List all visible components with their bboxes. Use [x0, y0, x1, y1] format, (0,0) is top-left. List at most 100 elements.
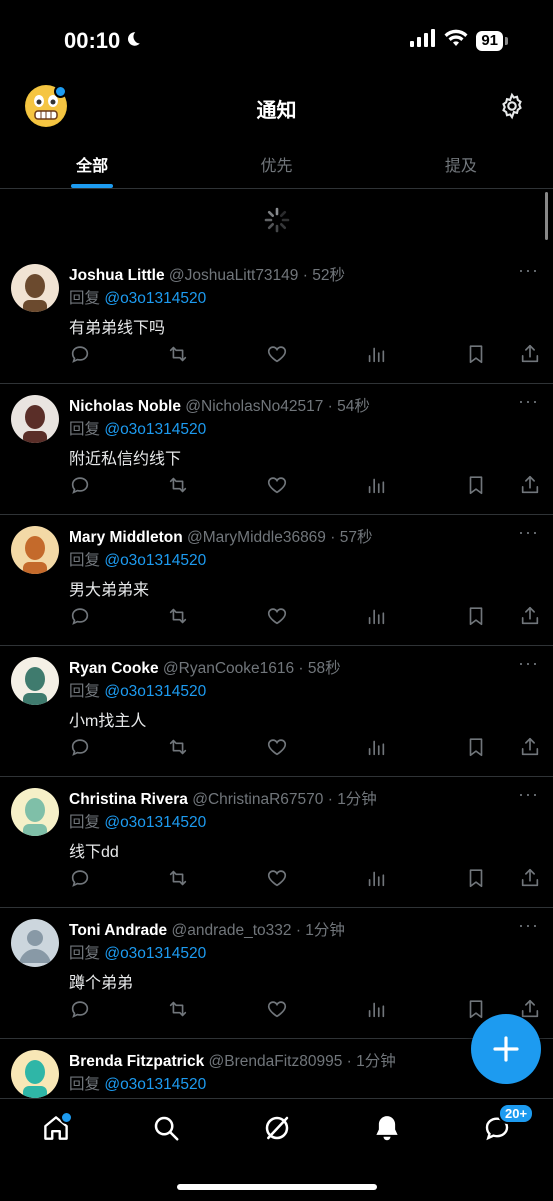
author-name[interactable]: Joshua Little — [69, 267, 165, 284]
share-icon[interactable] — [519, 474, 541, 496]
more-options-icon[interactable]: ··· — [518, 522, 539, 543]
tab-mentions[interactable]: 提及 — [369, 140, 553, 188]
reply-prefix: 回复 — [69, 421, 101, 438]
notification-header: Nicholas Noble @NicholasNo42517 · 54秒 — [69, 394, 370, 416]
reply-context: 回复 @o3o1314520 — [69, 679, 206, 701]
repost-icon[interactable] — [167, 867, 189, 889]
like-heart-icon[interactable] — [266, 736, 288, 758]
views-analytics-icon[interactable] — [365, 474, 387, 496]
reply-icon[interactable] — [69, 474, 91, 496]
repost-icon[interactable] — [167, 343, 189, 365]
reply-icon[interactable] — [69, 736, 91, 758]
notification-header: Mary Middleton @MaryMiddle36869 · 57秒 — [69, 525, 372, 547]
tab-all[interactable]: 全部 — [0, 140, 184, 188]
bookmark-icon[interactable] — [465, 474, 487, 496]
views-analytics-icon[interactable] — [365, 736, 387, 758]
loading-spinner-icon — [264, 207, 290, 233]
author-handle: @NicholasNo42517 — [185, 398, 324, 415]
notification-item[interactable]: Mary Middleton @MaryMiddle36869 · 57秒 ··… — [0, 514, 553, 646]
home-icon[interactable] — [41, 1111, 73, 1143]
scrollbar[interactable] — [545, 192, 548, 240]
author-name[interactable]: Mary Middleton — [69, 529, 183, 546]
bookmark-icon[interactable] — [465, 343, 487, 365]
user-avatar[interactable] — [11, 395, 59, 443]
reply-to-handle[interactable]: @o3o1314520 — [104, 290, 206, 307]
more-options-icon[interactable]: ··· — [518, 391, 539, 412]
like-heart-icon[interactable] — [266, 998, 288, 1020]
like-heart-icon[interactable] — [266, 343, 288, 365]
author-name[interactable]: Ryan Cooke — [69, 660, 159, 677]
notifications-bell-icon[interactable] — [372, 1113, 402, 1143]
tab-priority[interactable]: 优先 — [184, 140, 368, 188]
reply-icon[interactable] — [69, 605, 91, 627]
reply-icon[interactable] — [69, 998, 91, 1020]
reply-to-handle[interactable]: @o3o1314520 — [104, 1076, 206, 1093]
repost-icon[interactable] — [167, 736, 189, 758]
user-avatar-image — [11, 657, 59, 705]
more-options-icon[interactable]: ··· — [518, 260, 539, 281]
notification-item[interactable]: Ryan Cooke @RyanCooke1616 · 58秒 ··· 回复 @… — [0, 645, 553, 777]
user-avatar[interactable] — [11, 1050, 59, 1098]
notification-header: Christina Rivera @ChristinaR67570 · 1分钟 — [69, 787, 377, 809]
notification-header: Brenda Fitzpatrick @BrendaFitz80995 · 1分… — [69, 1049, 396, 1071]
notification-item[interactable]: Toni Andrade @andrade_to332 · 1分钟 ··· 回复… — [0, 907, 553, 1039]
repost-icon[interactable] — [167, 474, 189, 496]
views-analytics-icon[interactable] — [365, 998, 387, 1020]
post-time: 57秒 — [339, 529, 373, 546]
reply-icon[interactable] — [69, 867, 91, 889]
author-name[interactable]: Nicholas Noble — [69, 398, 181, 415]
bookmark-icon[interactable] — [465, 605, 487, 627]
repost-icon[interactable] — [167, 998, 189, 1020]
reply-prefix: 回复 — [69, 945, 101, 962]
search-icon[interactable] — [151, 1113, 181, 1143]
user-avatar[interactable] — [11, 657, 59, 705]
more-options-icon[interactable]: ··· — [518, 653, 539, 674]
separator: · — [294, 660, 308, 677]
bookmark-icon[interactable] — [465, 867, 487, 889]
more-options-icon[interactable]: ··· — [518, 784, 539, 805]
author-name[interactable]: Christina Rivera — [69, 791, 188, 808]
post-time: 52秒 — [312, 267, 345, 284]
share-icon[interactable] — [519, 867, 541, 889]
user-avatar[interactable] — [11, 526, 59, 574]
views-analytics-icon[interactable] — [365, 867, 387, 889]
author-name[interactable]: Toni Andrade — [69, 922, 167, 939]
reply-to-handle[interactable]: @o3o1314520 — [104, 552, 206, 569]
reply-to-handle[interactable]: @o3o1314520 — [104, 683, 206, 700]
like-heart-icon[interactable] — [266, 867, 288, 889]
author-name[interactable]: Brenda Fitzpatrick — [69, 1053, 204, 1070]
views-analytics-icon[interactable] — [365, 605, 387, 627]
notification-item[interactable]: Nicholas Noble @NicholasNo42517 · 54秒 ··… — [0, 383, 553, 515]
messages-icon[interactable]: 20+ — [482, 1103, 535, 1143]
share-icon[interactable] — [519, 998, 541, 1020]
user-avatar[interactable] — [11, 264, 59, 312]
user-avatar[interactable] — [11, 919, 59, 967]
action-bar — [69, 998, 543, 1022]
more-options-icon[interactable]: ··· — [518, 915, 539, 936]
compose-button[interactable] — [471, 1014, 541, 1084]
reply-to-handle[interactable]: @o3o1314520 — [104, 421, 206, 438]
status-time: 00:10 — [64, 28, 142, 54]
grok-icon[interactable] — [262, 1113, 292, 1143]
reply-to-handle[interactable]: @o3o1314520 — [104, 945, 206, 962]
notification-item[interactable]: Christina Rivera @ChristinaR67570 · 1分钟 … — [0, 776, 553, 908]
bookmark-icon[interactable] — [465, 736, 487, 758]
status-time-text: 00:10 — [64, 28, 121, 53]
share-icon[interactable] — [519, 343, 541, 365]
like-heart-icon[interactable] — [266, 605, 288, 627]
default-avatar-icon — [11, 919, 59, 967]
notification-item[interactable]: Joshua Little @JoshuaLitt73149 · 52秒 ···… — [0, 252, 553, 384]
repost-icon[interactable] — [167, 605, 189, 627]
reply-icon[interactable] — [69, 343, 91, 365]
reply-to-handle[interactable]: @o3o1314520 — [104, 814, 206, 831]
share-icon[interactable] — [519, 605, 541, 627]
bookmark-icon[interactable] — [465, 998, 487, 1020]
post-text: 附近私信约线下 — [69, 451, 182, 468]
user-avatar[interactable] — [11, 788, 59, 836]
home-indicator[interactable] — [177, 1184, 377, 1190]
reply-context: 回复 @o3o1314520 — [69, 417, 206, 439]
share-icon[interactable] — [519, 736, 541, 758]
views-analytics-icon[interactable] — [365, 343, 387, 365]
settings-gear-icon[interactable] — [498, 92, 526, 120]
like-heart-icon[interactable] — [266, 474, 288, 496]
